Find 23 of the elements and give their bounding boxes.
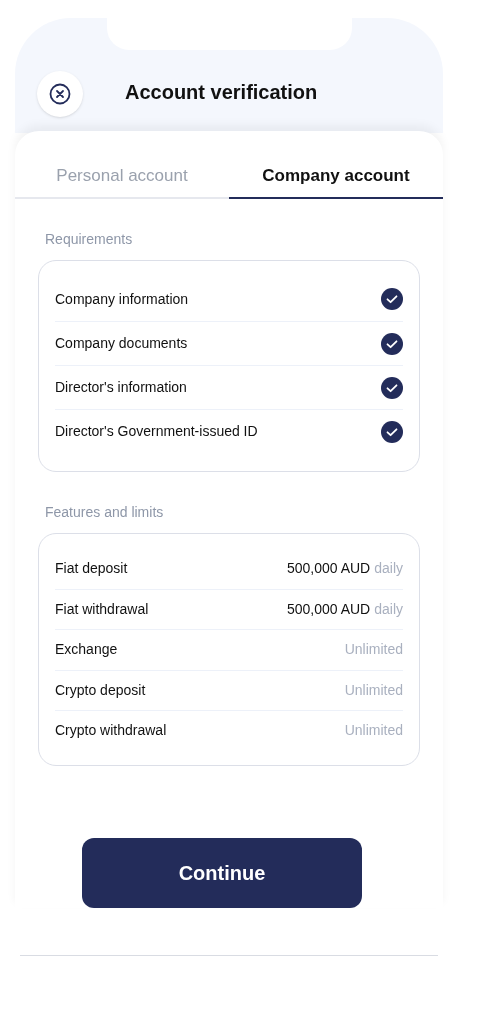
section-heading: Requirements <box>45 230 134 249</box>
section-heading: Features and limits <box>45 503 165 522</box>
requirement-label: Director's Government-issued ID <box>55 422 258 441</box>
tab[interactable]: Company account <box>229 155 443 199</box>
requirement-label: Company information <box>55 289 189 309</box>
close-icon <box>49 83 71 105</box>
limit-label: Crypto deposit <box>55 680 146 700</box>
limit-label: Crypto withdrawal <box>55 721 167 741</box>
limit-value: 500,000 AUD <box>286 599 371 619</box>
limit-note: Unlimited <box>344 721 403 741</box>
requirement-label: Director's information <box>55 378 187 397</box>
continue-button[interactable]: Continue <box>82 837 362 908</box>
limit-note: Unlimited <box>344 640 403 660</box>
limit-note: Unlimited <box>344 680 403 700</box>
limit-label: Fiat deposit <box>55 558 128 578</box>
close-button[interactable] <box>37 71 83 117</box>
limit-value: 500,000 AUD <box>286 558 371 578</box>
limit-label: Exchange <box>55 640 118 660</box>
limit-note: daily <box>374 599 403 619</box>
limit-note: daily <box>374 558 403 578</box>
requirement-label: Company documents <box>55 334 188 353</box>
page-title: Account verification <box>125 80 318 105</box>
limit-label: Fiat withdrawal <box>55 599 149 619</box>
